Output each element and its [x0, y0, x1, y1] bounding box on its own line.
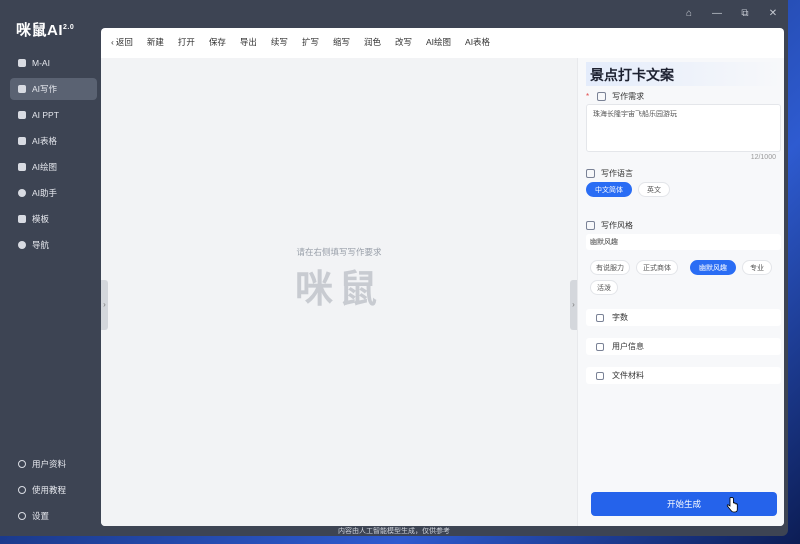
- ai-drawing-button[interactable]: AI绘图: [426, 36, 451, 48]
- style-input[interactable]: 幽默风趣: [586, 234, 781, 250]
- style-icon: [586, 221, 595, 230]
- style-option-lively[interactable]: 活泼: [590, 280, 618, 295]
- section-label: 字数: [612, 313, 628, 322]
- sidebar-item-user-profile[interactable]: 用户资料: [10, 453, 97, 475]
- template-icon: [18, 215, 26, 223]
- watermark-logo: 咪鼠: [294, 269, 383, 311]
- help-icon: [18, 486, 26, 494]
- sidebar-item-ai-table[interactable]: AI表格: [10, 130, 97, 152]
- sidebar-item-label: AI绘图: [32, 162, 58, 172]
- table-icon: [18, 137, 26, 145]
- new-button[interactable]: 新建: [147, 36, 164, 48]
- sidebar-item-label: 使用教程: [32, 485, 67, 495]
- app-logo: 咪鼠AI2.0: [16, 19, 74, 40]
- canvas-hint: 请在右侧填写写作要求: [296, 247, 382, 257]
- ai-table-button[interactable]: AI表格: [465, 36, 490, 48]
- style-option-humorous[interactable]: 幽默风趣: [690, 260, 736, 275]
- logo-text: 咪鼠AI: [16, 22, 64, 39]
- requirement-input[interactable]: 珠海长隆宇宙飞船乐园游玩: [586, 104, 781, 152]
- sidebar-item-m-ai[interactable]: M-AI: [10, 52, 97, 74]
- expand-button[interactable]: 扩写: [302, 36, 319, 48]
- sidebar-item-navigation[interactable]: 导航: [10, 234, 97, 256]
- editor-toolbar: ‹ 返回 新建 打开 保存 导出 续写 扩写 缩写 润色 改写 AI绘图 AI表…: [101, 28, 784, 56]
- style-option-formal[interactable]: 正式商体: [636, 260, 678, 275]
- panel-title: 景点打卡文案: [586, 62, 781, 86]
- continue-button[interactable]: 续写: [271, 36, 288, 48]
- minimize-icon[interactable]: —: [712, 9, 722, 19]
- rewrite-button[interactable]: 改写: [395, 36, 412, 48]
- sidebar-item-ai-writing[interactable]: AI写作: [10, 78, 97, 100]
- sidebar-item-ai-drawing[interactable]: AI绘图: [10, 156, 97, 178]
- style-option-persuasive[interactable]: 有说服力: [590, 260, 630, 275]
- section-user-info[interactable]: 用户信息: [586, 338, 781, 355]
- style-label-text: 写作风格: [601, 221, 633, 230]
- restore-icon[interactable]: ⧉: [740, 9, 750, 19]
- doc-icon: [18, 85, 26, 93]
- bell-icon[interactable]: ⌂: [684, 9, 694, 19]
- collapse-left-handle[interactable]: ›: [101, 280, 108, 330]
- sidebar-item-label: AI PPT: [32, 110, 59, 120]
- edit-icon: [597, 92, 607, 101]
- style-option-professional[interactable]: 专业: [742, 260, 772, 275]
- disclaimer-footer: 内容由人工智能模型生成，仅供参考: [338, 528, 450, 535]
- image-icon: [18, 163, 26, 171]
- sidebar-item-tutorial[interactable]: 使用教程: [10, 479, 97, 501]
- generate-button[interactable]: 开始生成: [591, 492, 777, 516]
- back-label: 返回: [115, 37, 133, 47]
- sidebar-item-label: M-AI: [32, 58, 50, 68]
- hand-cursor-icon: [726, 497, 738, 513]
- window-controls: ⌂ — ⧉ ✕: [684, 9, 778, 19]
- back-button[interactable]: ‹ 返回: [111, 36, 133, 48]
- language-option-en[interactable]: 英文: [638, 182, 670, 197]
- language-label: 写作语言: [586, 168, 633, 179]
- sidebar-item-label: 用户资料: [32, 459, 67, 469]
- requirement-label-text: 写作需求: [612, 92, 645, 101]
- sidebar-item-ai-ppt[interactable]: AI PPT: [10, 104, 97, 126]
- style-label: 写作风格: [586, 220, 633, 231]
- file-icon: [596, 371, 604, 380]
- language-option-zh[interactable]: 中文简体: [586, 182, 632, 197]
- main-panel: ‹ 返回 新建 打开 保存 导出 续写 扩写 缩写 润色 改写 AI绘图 AI表…: [101, 28, 784, 526]
- version-label: 2.0: [63, 24, 75, 31]
- section-label: 文件材料: [612, 371, 644, 380]
- polish-button[interactable]: 润色: [364, 36, 381, 48]
- open-button[interactable]: 打开: [178, 36, 195, 48]
- char-counter: 12/1000: [750, 154, 776, 161]
- sidebar-item-label: 导航: [32, 240, 50, 250]
- sidebar-item-label: 设置: [32, 511, 50, 521]
- editor-canvas[interactable]: 请在右侧填写写作要求 咪鼠 › ›: [101, 58, 577, 526]
- section-label: 用户信息: [612, 342, 644, 351]
- sidebar-item-ai-assistant[interactable]: AI助手: [10, 182, 97, 204]
- sidebar-item-label: AI助手: [32, 188, 58, 198]
- sidebar-item-settings[interactable]: 设置: [10, 505, 97, 527]
- required-marker: *: [586, 92, 590, 101]
- section-word-count[interactable]: 字数: [586, 309, 781, 326]
- ppt-icon: [18, 111, 26, 119]
- sidebar-item-label: AI表格: [32, 136, 58, 146]
- app-window: 咪鼠AI2.0 ⌂ — ⧉ ✕ M-AI AI写作 AI PPT AI表格 AI…: [0, 0, 788, 536]
- user-icon: [18, 460, 26, 468]
- condense-button[interactable]: 缩写: [333, 36, 350, 48]
- chevron-left-icon: ‹: [111, 37, 114, 47]
- export-button[interactable]: 导出: [240, 36, 257, 48]
- assistant-icon: [18, 189, 26, 197]
- chat-icon: [18, 59, 26, 67]
- collapse-right-handle[interactable]: ›: [570, 280, 577, 330]
- sidebar-item-templates[interactable]: 模板: [10, 208, 97, 230]
- save-button[interactable]: 保存: [209, 36, 226, 48]
- section-file-materials[interactable]: 文件材料: [586, 367, 781, 384]
- settings-panel: 景点打卡文案 * 写作需求 珠海长隆宇宙飞船乐园游玩 12/1000 写作语言 …: [577, 58, 784, 526]
- sidebar-item-label: 模板: [32, 214, 50, 224]
- gear-icon: [18, 512, 26, 520]
- sidebar-item-label: AI写作: [32, 84, 58, 94]
- id-card-icon: [596, 342, 604, 351]
- close-icon[interactable]: ✕: [768, 9, 778, 19]
- compass-icon: [18, 241, 26, 249]
- requirement-label: * 写作需求: [586, 91, 644, 102]
- wordcount-icon: [596, 313, 604, 322]
- language-label-text: 写作语言: [601, 169, 633, 178]
- title-bar: 咪鼠AI2.0 ⌂ — ⧉ ✕: [0, 0, 788, 40]
- language-icon: [586, 169, 595, 178]
- sidebar: M-AI AI写作 AI PPT AI表格 AI绘图 AI助手 模板 导航 用户…: [0, 50, 100, 536]
